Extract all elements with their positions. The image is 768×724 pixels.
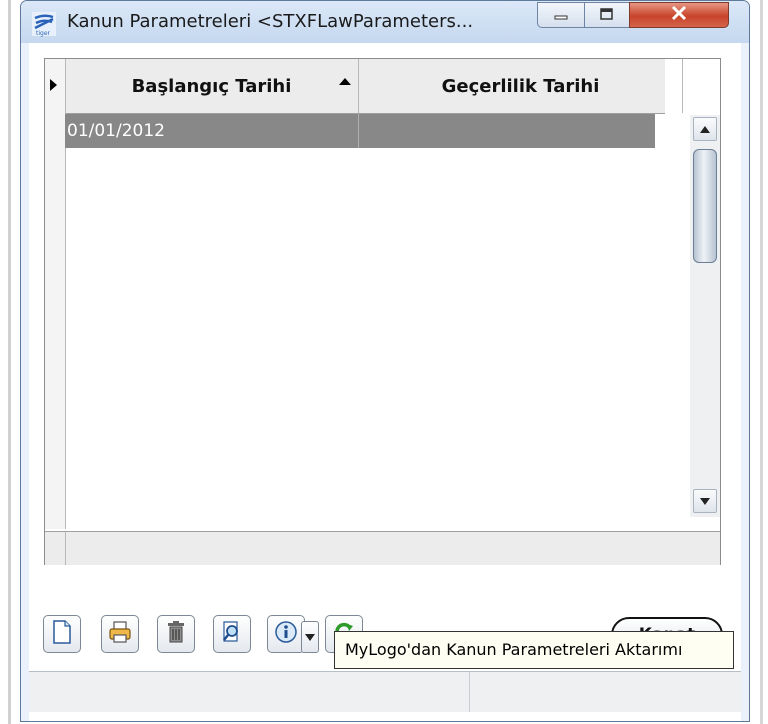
arrow-down-icon (700, 497, 710, 505)
logo-icon: tiger (31, 11, 57, 37)
sort-ascending-icon (339, 78, 351, 85)
window-title: Kanun Parametreleri <STXFLawParameters..… (67, 11, 474, 32)
scroll-down-button[interactable] (693, 489, 717, 513)
cell-valid-date[interactable] (359, 114, 655, 148)
trash-icon (165, 619, 187, 649)
svg-text:tiger: tiger (36, 30, 51, 37)
scroll-up-button[interactable] (693, 117, 717, 141)
minimize-icon (553, 6, 569, 25)
close-icon (669, 4, 689, 26)
close-window-button[interactable] (629, 2, 729, 28)
delete-button[interactable] (157, 615, 195, 653)
column-header-valid-date[interactable]: Geçerlilik Tarihi (359, 59, 683, 113)
arrow-up-icon (700, 125, 710, 133)
info-button[interactable] (267, 615, 305, 653)
maximize-button[interactable] (584, 2, 630, 28)
scroll-thumb[interactable] (693, 149, 717, 263)
caret-down-icon (305, 633, 315, 641)
cell-start-date[interactable]: 01/01/2012 (65, 114, 359, 148)
status-bar (29, 671, 741, 712)
law-parameters-window: tiger Kanun Parametreleri <STXFLawParame… (20, 0, 750, 722)
column-header-label: Başlangıç Tarihi (131, 75, 292, 97)
magnifier-icon (219, 619, 245, 649)
tooltip: MyLogo'dan Kanun Parametreleri Aktarımı (334, 631, 734, 669)
column-header-start-date[interactable]: Başlangıç Tarihi (65, 59, 359, 113)
row-indicator-column (45, 59, 66, 529)
window-client-area: Başlangıç Tarihi Geçerlilik Tarihi 01/01… (29, 43, 741, 721)
info-dropdown-button[interactable] (301, 621, 319, 653)
background-strip-left (0, 0, 14, 724)
title-bar[interactable]: tiger Kanun Parametreleri <STXFLawParame… (21, 1, 749, 43)
current-row-arrow-icon (50, 79, 57, 91)
column-header-label: Geçerlilik Tarihi (441, 75, 600, 97)
grid-header: Başlangıç Tarihi Geçerlilik Tarihi (45, 59, 683, 114)
search-button[interactable] (213, 615, 251, 653)
table-row[interactable]: 01/01/2012 (65, 114, 655, 148)
status-pane (29, 672, 470, 712)
minimize-button[interactable] (537, 2, 585, 28)
maximize-icon (599, 6, 615, 25)
info-icon (273, 619, 299, 649)
background-strip-right (752, 0, 768, 724)
parameters-grid[interactable]: Başlangıç Tarihi Geçerlilik Tarihi 01/01… (44, 58, 721, 565)
new-document-icon (50, 619, 74, 649)
vertical-scrollbar[interactable] (690, 115, 720, 517)
grid-footer (45, 531, 720, 565)
print-icon (107, 619, 133, 649)
print-button[interactable] (101, 615, 139, 653)
new-button[interactable] (43, 615, 81, 653)
